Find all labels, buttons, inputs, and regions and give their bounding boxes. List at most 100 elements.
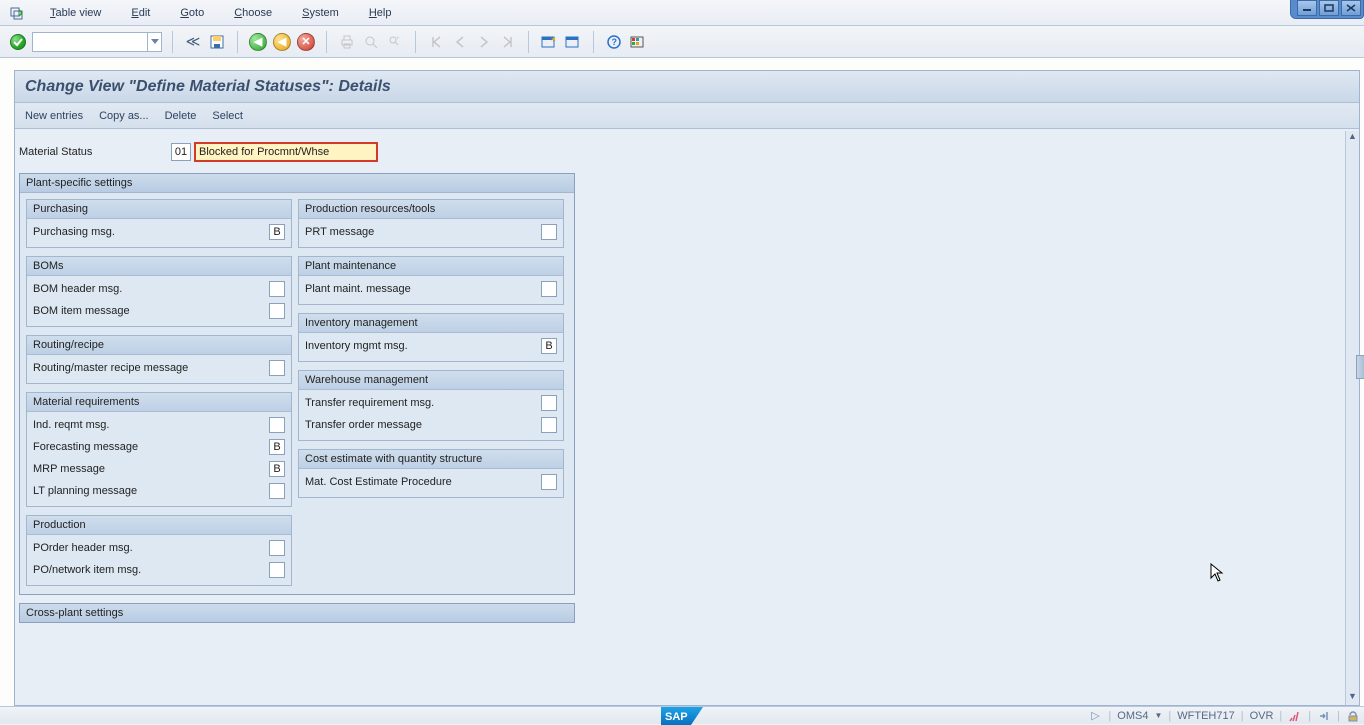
minimize-button[interactable]	[1297, 0, 1317, 16]
status-insert-mode: OVR	[1250, 710, 1274, 722]
field-label: Purchasing msg.	[33, 226, 269, 238]
cross-plant-group: Cross-plant settings	[19, 603, 575, 623]
transaction-code-input[interactable]	[32, 32, 162, 52]
group-purchasing: Purchasing Purchasing msg.B	[26, 199, 292, 248]
pane-resize-handle[interactable]	[1356, 355, 1364, 379]
menubar: Table view Edit Goto Choose System Help	[0, 0, 1364, 26]
back-button[interactable]: ≪	[183, 32, 203, 52]
material-status-code[interactable]: 01	[171, 143, 191, 161]
status-tcode-dropdown-icon[interactable]: ▼	[1154, 711, 1162, 720]
group-header-routing: Routing/recipe	[27, 336, 291, 355]
status-tcode: OMS4	[1117, 710, 1148, 722]
group-header-matreq: Material requirements	[27, 393, 291, 412]
field-label: POrder header msg.	[33, 542, 269, 554]
status-expand-icon[interactable]: ▷	[1088, 709, 1102, 723]
help-button[interactable]: ?	[604, 32, 624, 52]
field-input[interactable]: B	[269, 224, 285, 240]
status-lock-icon	[1346, 709, 1360, 723]
field-label: PRT message	[305, 226, 541, 238]
svg-text:+: +	[396, 36, 400, 42]
prev-page-button[interactable]	[450, 32, 470, 52]
group-wm: Warehouse management Transfer requirement…	[298, 370, 564, 441]
field-input[interactable]	[541, 281, 557, 297]
field-row: PRT message	[305, 221, 557, 243]
new-session-button[interactable]: ✶	[539, 32, 559, 52]
status-indent-icon	[1317, 709, 1331, 723]
exit-yellow-button[interactable]: ◀	[272, 32, 292, 52]
maximize-button[interactable]	[1319, 0, 1339, 16]
field-input[interactable]	[269, 417, 285, 433]
field-input[interactable]	[269, 281, 285, 297]
field-row: Plant maint. message	[305, 278, 557, 300]
print-button[interactable]	[337, 32, 357, 52]
first-page-button[interactable]	[426, 32, 446, 52]
group-header-wm: Warehouse management	[299, 371, 563, 390]
field-input[interactable]	[269, 483, 285, 499]
copy-as-button[interactable]: Copy as...	[99, 110, 149, 122]
status-signal-icon	[1288, 709, 1302, 723]
layout-settings-button[interactable]	[628, 32, 648, 52]
group-header-im: Inventory management	[299, 314, 563, 333]
save-button[interactable]	[207, 32, 227, 52]
find-next-button[interactable]: +	[385, 32, 405, 52]
field-input[interactable]: B	[269, 461, 285, 477]
field-input[interactable]	[541, 474, 557, 490]
field-label: MRP message	[33, 463, 269, 475]
enter-button[interactable]	[10, 34, 26, 50]
statusbar-right: ▷ | OMS4 ▼ | WFTEH717 | OVR | | |	[1088, 709, 1360, 723]
menu-goto[interactable]: Goto	[172, 3, 212, 23]
menu-choose[interactable]: Choose	[226, 3, 280, 23]
new-entries-button[interactable]: New entries	[25, 110, 83, 122]
field-label: BOM header msg.	[33, 283, 269, 295]
chevron-down-icon[interactable]	[147, 33, 161, 51]
group-header-production: Production	[27, 516, 291, 535]
svg-text:SAP: SAP	[665, 711, 688, 723]
last-page-button[interactable]	[498, 32, 518, 52]
field-label: Transfer order message	[305, 419, 541, 431]
material-status-desc[interactable]: Blocked for Procmnt/Whse	[195, 143, 377, 161]
material-status-row: Material Status 01 Blocked for Procmnt/W…	[15, 131, 1345, 171]
field-label: BOM item message	[33, 305, 269, 317]
close-button[interactable]	[1341, 0, 1361, 16]
field-row: Mat. Cost Estimate Procedure	[305, 471, 557, 493]
cancel-red-button[interactable]: ✕	[296, 32, 316, 52]
back-green-button[interactable]: ◀	[248, 32, 268, 52]
toolbar: ≪ ◀ ◀ ✕ + ✶ ?	[0, 26, 1364, 58]
find-button[interactable]	[361, 32, 381, 52]
group-production: Production POrder header msg. PO/network i…	[26, 515, 292, 586]
vertical-scrollbar[interactable]: ▲ ▼	[1345, 131, 1359, 705]
menu-edit[interactable]: Edit	[123, 3, 158, 23]
group-matreq: Material requirementsInd. reqmt msg.Fore…	[26, 392, 292, 507]
menu-help[interactable]: Help	[361, 3, 400, 23]
field-input[interactable]	[541, 417, 557, 433]
field-input[interactable]	[541, 395, 557, 411]
field-row: Ind. reqmt msg.	[33, 414, 285, 436]
scroll-up-icon[interactable]: ▲	[1348, 131, 1357, 145]
group-pm: Plant maintenancePlant maint. message	[298, 256, 564, 305]
field-input[interactable]	[269, 303, 285, 319]
field-row: PO/network item msg.	[33, 559, 285, 581]
field-input[interactable]	[269, 540, 285, 556]
sap-logo: SAP	[661, 707, 703, 725]
field-row: Transfer requirement msg.	[305, 392, 557, 414]
field-input[interactable]	[269, 562, 285, 578]
menu-table-view[interactable]: Table view	[42, 3, 109, 23]
shortcut-button[interactable]	[563, 32, 583, 52]
next-page-button[interactable]	[474, 32, 494, 52]
field-input[interactable]: B	[541, 338, 557, 354]
field-input[interactable]	[541, 224, 557, 240]
menu-system[interactable]: System	[294, 3, 347, 23]
field-label: Routing/master recipe message	[33, 362, 269, 374]
cross-plant-header: Cross-plant settings	[20, 604, 574, 622]
field-row: POrder header msg.	[33, 537, 285, 559]
delete-button[interactable]: Delete	[165, 110, 197, 122]
plant-specific-group: Plant-specific settings PurchasingPurcha…	[19, 173, 575, 595]
field-row: BOM item message	[33, 300, 285, 322]
field-input[interactable]	[269, 360, 285, 376]
scroll-down-icon[interactable]: ▼	[1348, 691, 1357, 705]
field-input[interactable]: B	[269, 439, 285, 455]
select-button[interactable]: Select	[212, 110, 243, 122]
field-label: Inventory mgmt msg.	[305, 340, 541, 352]
form-body: Material Status 01 Blocked for Procmnt/W…	[15, 131, 1345, 705]
group-header-purchasing: Purchasing	[27, 200, 291, 219]
